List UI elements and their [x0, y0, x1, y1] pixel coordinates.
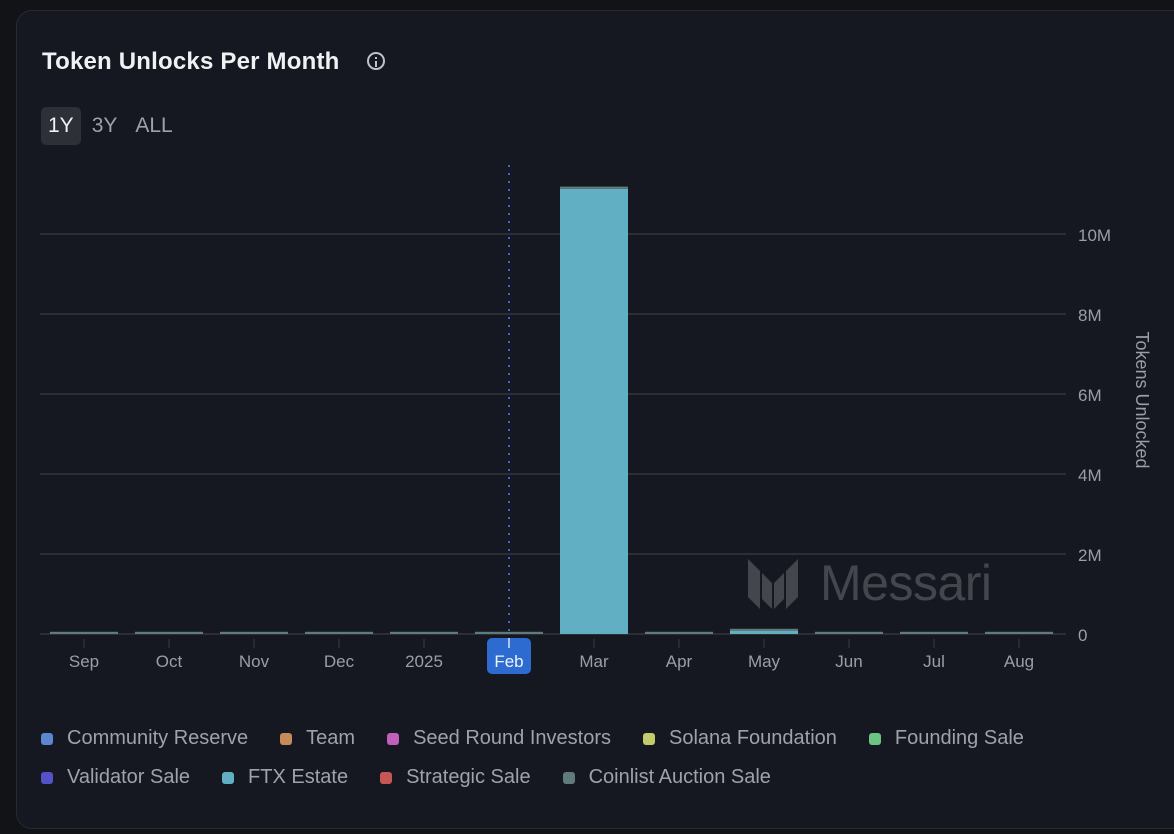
bar-segment: [730, 628, 798, 631]
x-tick-label: Jul: [923, 652, 945, 671]
legend-label: Solana Foundation: [668, 727, 837, 749]
legend-swatch: [41, 771, 53, 784]
legend-label: Strategic Sale: [406, 766, 531, 788]
legend-swatch: [868, 732, 881, 745]
y-tick-label: 0: [1078, 626, 1087, 645]
y-tick-label: 4M: [1078, 466, 1102, 485]
bar-segment: [730, 631, 798, 634]
x-tick-label: Jun: [835, 652, 862, 671]
legend-label: Team: [306, 727, 356, 749]
x-tick-label: Mar: [579, 652, 609, 671]
x-tick-label: 2025: [405, 652, 443, 671]
legend-item[interactable]: Strategic Sale: [380, 765, 531, 790]
y-tick-label: 8M: [1078, 306, 1102, 325]
legend-label: Coinlist Auction Sale: [588, 766, 771, 788]
bar-chart: 0 2M 4M 6M 8M 10M Tokens Unlocked Sep Oct Nov Dec 2…: [40, 165, 1152, 674]
legend-swatch: [222, 771, 235, 784]
legend-item[interactable]: Community Reserve: [41, 726, 248, 751]
bar-segment: [560, 186, 628, 189]
legend-label: Founding Sale: [894, 727, 1024, 749]
x-tick-label: Oct: [156, 652, 183, 671]
bar-segment: [815, 631, 883, 634]
bar-segment: [305, 631, 373, 634]
legend-item[interactable]: FTX Estate: [222, 765, 348, 790]
bar-segment: [985, 631, 1053, 634]
bar-segment: [50, 631, 118, 634]
legend-swatch: [41, 732, 53, 745]
legend-item[interactable]: Validator Sale: [41, 765, 190, 790]
legend-swatch: [380, 771, 393, 784]
chart-legend: Community Reserve Team Seed Round Investor…: [41, 726, 1071, 790]
bar-segment: [645, 631, 713, 634]
legend-item[interactable]: Seed Round Investors: [387, 726, 611, 751]
legend-swatch: [562, 771, 575, 784]
legend-item[interactable]: Solana Foundation: [642, 726, 837, 751]
bar-segment: [220, 631, 288, 634]
y-axis-title: Tokens Unlocked: [1132, 331, 1152, 468]
y-tick-label: 2M: [1078, 546, 1102, 565]
bar-segment: [900, 631, 968, 634]
x-tick-label: Aug: [1004, 652, 1034, 671]
bar-segment: [135, 631, 203, 634]
legend-swatch: [387, 732, 400, 745]
x-tick-label: Dec: [324, 652, 355, 671]
x-tick-label: Sep: [69, 652, 99, 671]
y-tick-label: 10M: [1078, 226, 1111, 245]
legend-swatch: [642, 732, 655, 745]
x-tick-label: Feb: [494, 652, 523, 671]
x-tick-label: Apr: [666, 652, 693, 671]
bar-segment: [560, 188, 628, 635]
legend-label: Community Reserve: [67, 727, 249, 749]
legend-label: FTX Estate: [248, 766, 349, 788]
legend-item[interactable]: Team: [280, 726, 355, 751]
legend-swatch: [280, 732, 293, 745]
y-tick-label: 6M: [1078, 386, 1102, 405]
bar-segment: [390, 631, 458, 634]
x-tick-label: May: [748, 652, 781, 671]
legend-label: Seed Round Investors: [413, 727, 611, 749]
bar-segment: [475, 631, 543, 634]
legend-item[interactable]: Coinlist Auction Sale: [562, 765, 771, 790]
legend-label: Validator Sale: [67, 766, 191, 788]
legend-item[interactable]: Founding Sale: [868, 726, 1024, 751]
x-tick-label: Nov: [239, 652, 270, 671]
